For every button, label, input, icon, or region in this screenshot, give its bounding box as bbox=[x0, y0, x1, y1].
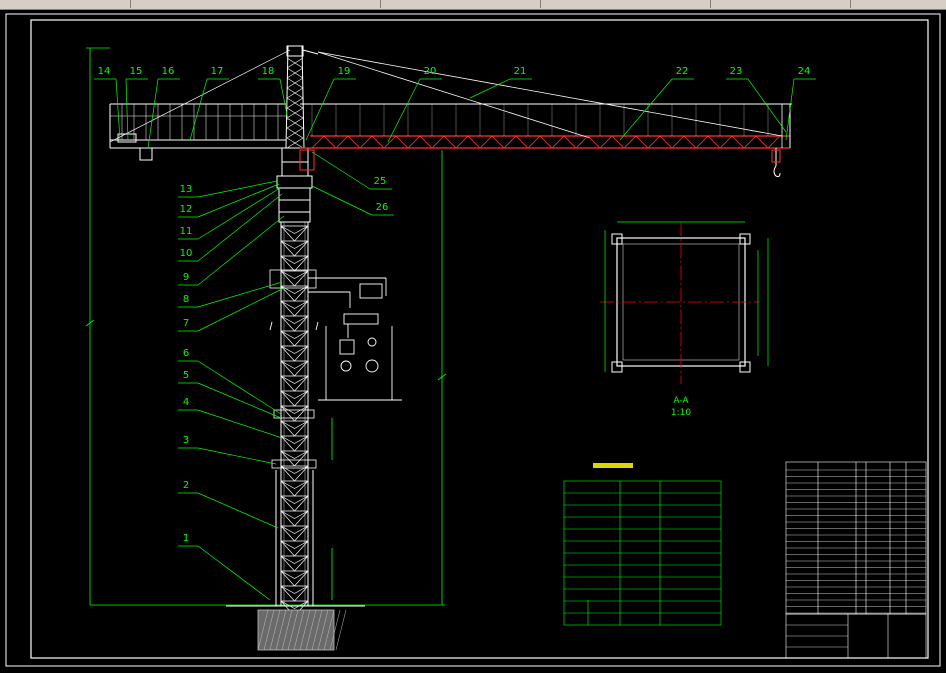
callout-number: 17 bbox=[211, 66, 224, 77]
callout-leader bbox=[305, 78, 335, 141]
callout-number: 12 bbox=[180, 204, 193, 215]
callout-number: 24 bbox=[798, 66, 811, 77]
jib bbox=[300, 51, 792, 149]
callout-number: 10 bbox=[180, 248, 193, 259]
callout-number: 6 bbox=[183, 348, 189, 359]
callout-number: 20 bbox=[424, 66, 437, 77]
callout-leader bbox=[197, 447, 277, 465]
callout-number: 11 bbox=[180, 226, 193, 237]
callout-leader bbox=[197, 492, 279, 529]
callout-number: 14 bbox=[98, 66, 111, 77]
toolbar-segment[interactable] bbox=[540, 0, 711, 8]
section-a-a bbox=[600, 221, 769, 384]
foundation bbox=[226, 605, 365, 651]
section-name: A-A bbox=[673, 396, 689, 406]
callout-leader bbox=[469, 78, 511, 99]
callout-number: 21 bbox=[514, 66, 527, 77]
callout-leader bbox=[311, 185, 373, 216]
callout-leader bbox=[747, 78, 787, 133]
callout-leader bbox=[189, 78, 208, 141]
drawing-canvas[interactable]: A-A 1:10 14 15 16 17 18 19 20 21 22 23 24 25 26 13 12 1… bbox=[0, 9, 946, 669]
callout-number: 9 bbox=[183, 272, 189, 283]
crane-drawing: A-A 1:10 14 15 16 17 18 19 20 21 22 23 24252613121… bbox=[5, 13, 941, 667]
callout-number: 25 bbox=[374, 176, 387, 187]
callout-number: 13 bbox=[180, 184, 193, 195]
callout-leader bbox=[311, 151, 371, 190]
callout-leader bbox=[197, 382, 282, 419]
tower-head bbox=[285, 45, 319, 149]
callout-leader bbox=[197, 180, 278, 198]
section-scale: 1:10 bbox=[671, 408, 691, 418]
callout-number: 3 bbox=[183, 435, 189, 446]
callout-number: 7 bbox=[183, 318, 189, 329]
callout-number: 1 bbox=[183, 533, 189, 544]
slewing-unit bbox=[281, 147, 315, 177]
callout-number: 15 bbox=[130, 66, 143, 77]
callout-leader bbox=[115, 78, 121, 141]
callout-number: 19 bbox=[338, 66, 351, 77]
callout-leader bbox=[125, 78, 129, 141]
callout-number: 4 bbox=[183, 397, 189, 408]
callout-number: 5 bbox=[183, 370, 189, 381]
callouts: 14 15 16 17 18 19 20 21 22 23 24252613121110987654… bbox=[94, 66, 816, 601]
callout-number: 22 bbox=[676, 66, 689, 77]
title-block bbox=[785, 461, 927, 659]
callout-number: 8 bbox=[183, 294, 189, 305]
callout-number: 18 bbox=[262, 66, 275, 77]
climbing-frame bbox=[269, 175, 317, 469]
tower-mast bbox=[275, 222, 314, 617]
hook bbox=[771, 148, 781, 178]
callout-leader bbox=[147, 78, 159, 149]
callout-number: 26 bbox=[376, 202, 389, 213]
callout-number: 2 bbox=[183, 480, 189, 491]
toolbar-segment[interactable] bbox=[0, 0, 131, 8]
callout-leader bbox=[387, 78, 421, 143]
callout-leader bbox=[197, 187, 281, 240]
parameter-table bbox=[563, 480, 722, 626]
toolbar-segment[interactable] bbox=[130, 0, 381, 8]
callout-number: 16 bbox=[162, 66, 175, 77]
callout-leader bbox=[197, 409, 283, 439]
toolbar-segment[interactable] bbox=[710, 0, 851, 8]
toolbar-segment[interactable] bbox=[380, 0, 541, 8]
callout-leader bbox=[197, 545, 271, 601]
callout-leader bbox=[197, 360, 282, 415]
callout-leader bbox=[197, 281, 283, 308]
callout-leader bbox=[619, 78, 673, 141]
callout-number: 23 bbox=[730, 66, 743, 77]
parameter-table-title-glyphs bbox=[593, 463, 633, 468]
